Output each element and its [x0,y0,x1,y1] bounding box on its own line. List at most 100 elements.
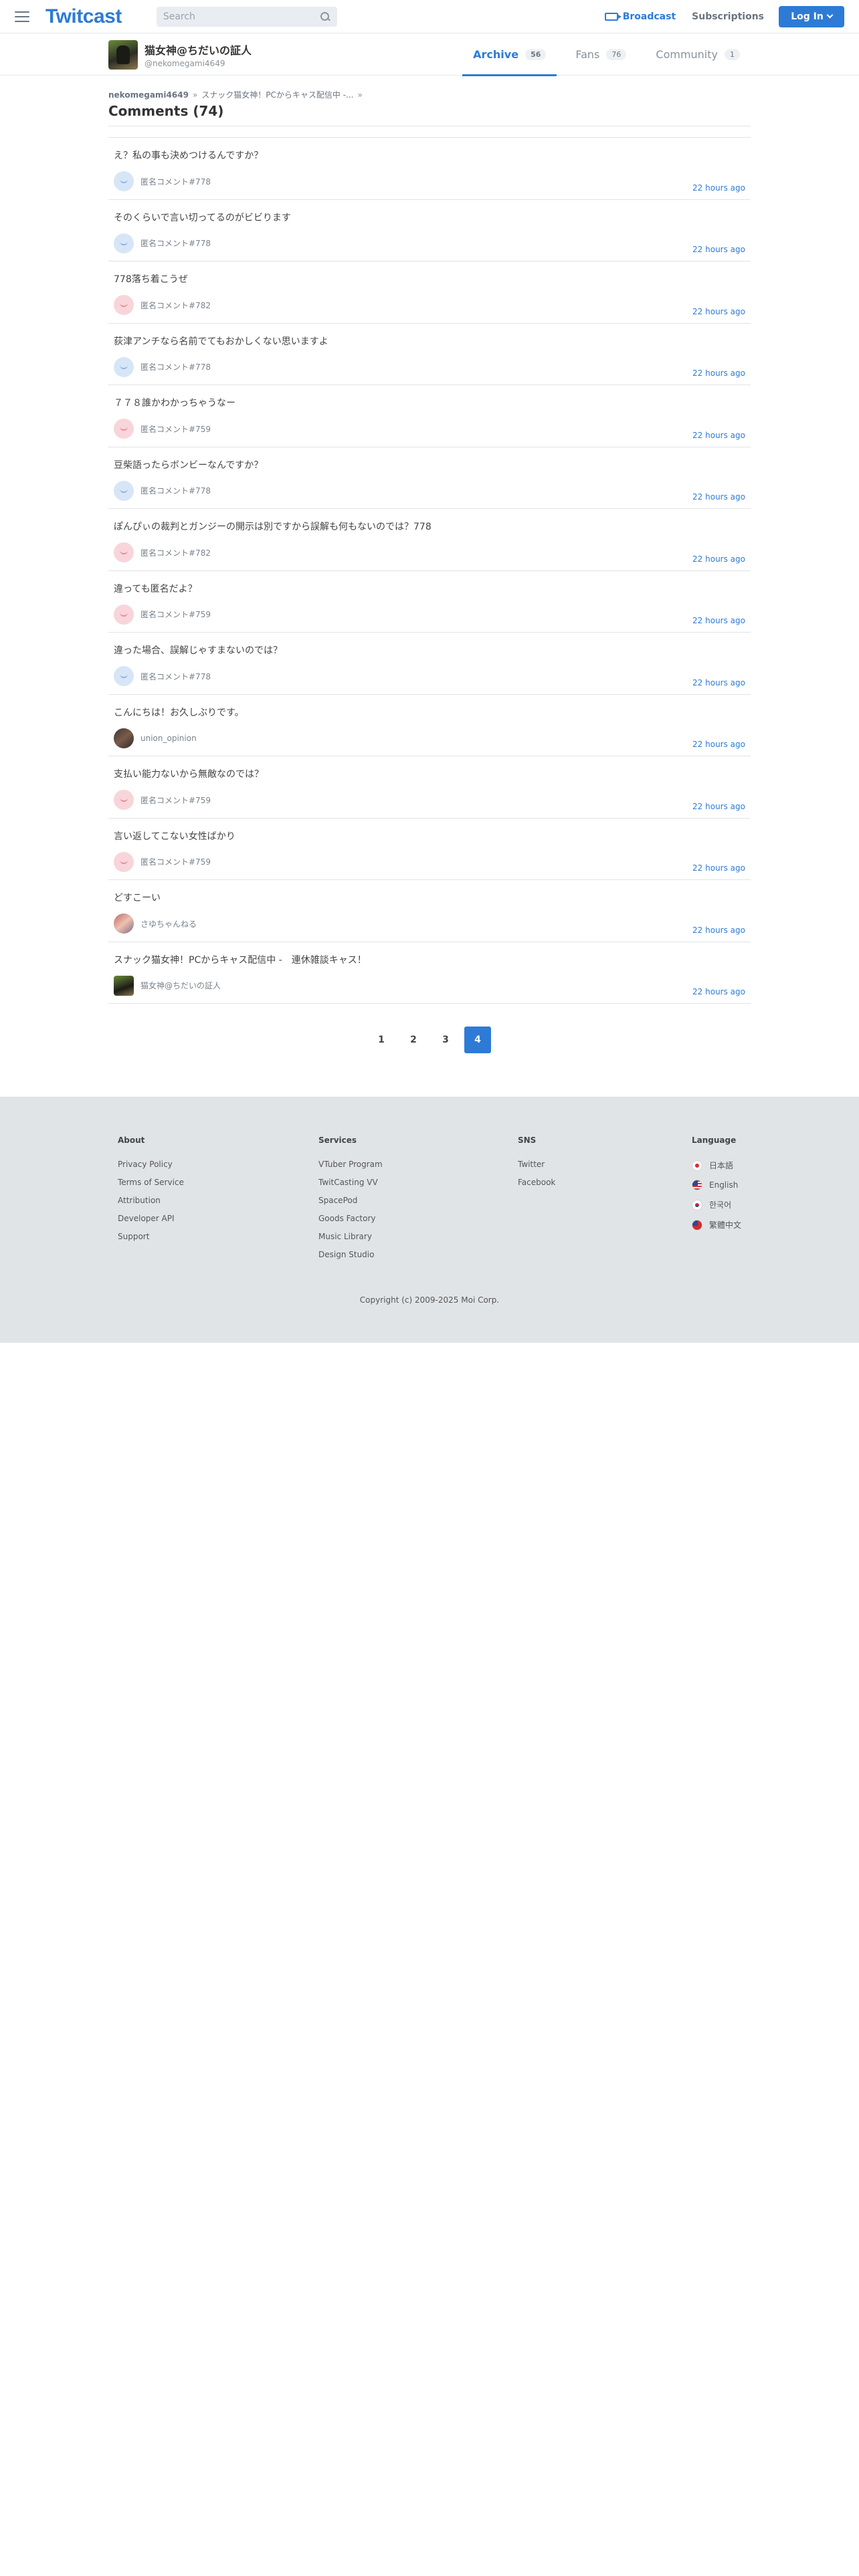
comment-timestamp[interactable]: 22 hours ago [692,368,745,378]
login-button[interactable]: Log In [779,5,844,27]
comment-username[interactable]: 匿名コメント#782 [140,300,211,311]
comment-timestamp[interactable]: 22 hours ago [692,863,745,873]
comment-message: 支払い能力ないから無敵なのでは？ [114,769,264,780]
user-avatar[interactable] [114,604,134,625]
footer-link[interactable]: Attribution [118,1196,184,1205]
login-label: Log In [791,11,824,22]
breadcrumb-separator: » [192,90,198,100]
breadcrumb: nekomegami4649 » スナック猫女神！PCからキャス配信中 -...… [108,89,751,100]
comment-message: ７７８誰かわかっちゃうなー [114,398,235,409]
tab-fans[interactable]: Fans 76 [565,33,637,76]
comment-message: どすこーい [114,893,161,903]
user-avatar[interactable] [114,542,134,562]
comment-timestamp[interactable]: 22 hours ago [692,183,745,193]
comment-timestamp[interactable]: 22 hours ago [692,926,745,935]
comment-timestamp[interactable]: 22 hours ago [692,740,745,749]
footer-link[interactable]: VTuber Program [318,1160,383,1169]
language-label: English [709,1180,739,1190]
smile-face-icon [120,550,128,554]
comment-username[interactable]: union_opinion [140,734,197,743]
language-option[interactable]: 日本語 [692,1160,741,1171]
user-avatar[interactable] [114,233,134,253]
taiwan-flag-icon [692,1219,702,1230]
tab-fans-count: 76 [606,49,627,60]
footer-link[interactable]: Goods Factory [318,1214,383,1223]
comment-username[interactable]: 匿名コメント#778 [140,237,211,249]
comment-username[interactable]: 匿名コメント#759 [140,794,211,806]
comment-username[interactable]: 匿名コメント#782 [140,547,211,558]
comment-timestamp[interactable]: 22 hours ago [692,245,745,254]
comment-message: スナック猫女神！PCからキャス配信中 - 連休雑談キャス！ [114,954,367,966]
page-3-button[interactable]: 3 [432,1027,459,1053]
language-option[interactable]: English [692,1180,741,1190]
user-avatar[interactable] [114,975,134,996]
user-avatar[interactable] [114,914,134,934]
comment-message: 違った場合、誤解じゃすまないのでは？ [114,645,282,656]
comment-username[interactable]: 匿名コメント#778 [140,671,211,682]
user-avatar[interactable] [114,419,134,439]
tab-archive[interactable]: Archive 56 [462,33,557,76]
footer-link[interactable]: Support [118,1232,184,1241]
user-avatar[interactable] [114,790,134,810]
comment-username[interactable]: 匿名コメント#759 [140,423,211,435]
tab-community-label: Community [656,48,718,61]
footer-link[interactable]: Design Studio [318,1250,383,1259]
profile-handle: @nekomegami4649 [145,58,225,68]
profile-avatar[interactable] [108,39,138,70]
footer-link[interactable]: TwitCasting VV [318,1178,383,1187]
comment-username[interactable]: 猫女神@ちだいの証人 [140,980,221,991]
page-4-button[interactable]: 4 [464,1027,491,1053]
breadcrumb-movie[interactable]: スナック猫女神！PCからキャス配信中 -... [201,89,353,100]
smile-face-icon [120,303,128,307]
comment-timestamp[interactable]: 22 hours ago [692,987,745,996]
subscriptions-link[interactable]: Subscriptions [692,11,764,22]
comment-username[interactable]: 匿名コメント#778 [140,361,211,372]
broadcast-button[interactable]: Broadcast [604,11,676,22]
footer-sns-title: SNS [518,1136,537,1145]
profile-name[interactable]: 猫女神@ちだいの証人 [145,41,252,58]
footer-link[interactable]: Facebook [518,1178,555,1187]
comment-row: こんにちは！お久しぶりです。 union_opinion 22 hours ago [108,695,751,756]
footer-link[interactable]: Music Library [318,1232,383,1241]
user-avatar[interactable] [114,666,134,686]
hamburger-menu-icon[interactable] [15,11,29,22]
footer-services: Services VTuber Program TwitCasting VV S… [318,1136,383,1268]
comment-timestamp[interactable]: 22 hours ago [692,616,745,625]
comment-timestamp[interactable]: 22 hours ago [692,492,745,502]
footer-services-title: Services [318,1136,357,1145]
search-icon[interactable] [320,11,330,22]
comment-timestamp[interactable]: 22 hours ago [692,431,745,440]
search-input[interactable] [163,11,320,22]
comment-timestamp[interactable]: 22 hours ago [692,307,745,316]
user-avatar[interactable] [114,851,134,872]
breadcrumb-user[interactable]: nekomegami4649 [108,90,189,100]
user-avatar[interactable] [114,171,134,191]
comment-timestamp[interactable]: 22 hours ago [692,802,745,811]
language-option[interactable]: 한국어 [692,1199,741,1210]
search-box[interactable] [156,6,337,27]
smile-face-icon [120,798,128,802]
page-1-button[interactable]: 1 [368,1027,395,1053]
footer-link[interactable]: SpacePod [318,1196,383,1205]
user-avatar[interactable] [114,480,134,501]
page-2-button[interactable]: 2 [400,1027,427,1053]
comment-username[interactable]: 匿名コメント#759 [140,856,211,867]
footer-link[interactable]: Terms of Service [118,1178,184,1187]
comment-timestamp[interactable]: 22 hours ago [692,554,745,564]
user-avatar[interactable] [114,295,134,315]
comment-username[interactable]: 匿名コメント#778 [140,176,211,187]
language-option[interactable]: 繁體中文 [692,1219,741,1230]
footer-link[interactable]: Twitter [518,1160,555,1169]
footer-link[interactable]: Privacy Policy [118,1160,184,1169]
footer-link[interactable]: Developer API [118,1214,184,1223]
comment-username[interactable]: 匿名コメント#759 [140,609,211,620]
comment-row: 778落ち着こうぜ 匿名コメント#782 22 hours ago [108,261,751,324]
twitcast-logo[interactable]: Twitcast [45,5,122,28]
comment-username[interactable]: さゆちゃんねる [140,918,197,930]
comment-timestamp[interactable]: 22 hours ago [692,678,745,687]
comment-username[interactable]: 匿名コメント#778 [140,485,211,496]
tab-community[interactable]: Community 1 [645,33,751,76]
smile-face-icon [120,179,128,183]
user-avatar[interactable] [114,356,134,377]
user-avatar[interactable] [114,728,134,748]
